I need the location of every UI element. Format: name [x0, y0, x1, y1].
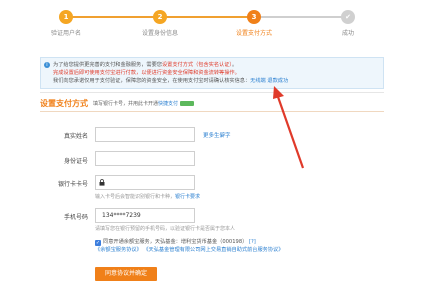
section-title: 设置支付方式	[40, 99, 88, 108]
notice-setup-link[interactable]: 设置支付方式（包含实名认证）	[162, 62, 232, 68]
phone-hint: 请填写您在银行预留的手机号码，以验证银行卡是否属于您本人	[95, 226, 236, 232]
notice-wireless-link[interactable]: 无线端	[250, 78, 266, 84]
step-1-label: 验证用户名	[50, 30, 82, 37]
step-3-dot: 3	[247, 10, 261, 24]
notice-line-3: 我们向您承诺仅用于支付验证，保障您的资金安全，在使用支付宝时请确认核实信息：无线…	[53, 77, 379, 85]
phone-input[interactable]: 134****7239	[95, 208, 195, 223]
id-number-input[interactable]	[95, 151, 195, 166]
agreement-line-1: ✓ 同意开通余额宝服务，天弘基金：增利宝货币基金（000198） [?]	[95, 238, 283, 246]
step-connector	[66, 16, 160, 18]
annotation-arrow-icon	[273, 86, 305, 169]
rare-characters-link[interactable]: 更多生僻字	[203, 131, 231, 139]
step-1-dot: 1	[59, 10, 73, 24]
phone-label: 手机号码	[63, 214, 88, 221]
section-subtitle: 填写银行卡号，并用此卡开通快捷支付	[93, 100, 195, 107]
tianhong-agreement-link[interactable]: 《天弘基金管理有限公司网上交易直销自助式前台服务协议》	[143, 247, 283, 253]
bank-card-label: 银行卡卡号	[57, 181, 88, 188]
card-requirements-link[interactable]: 银行卡要求	[175, 194, 200, 200]
section-divider	[40, 111, 384, 112]
step-4-check-icon: ✔	[341, 10, 355, 24]
step-4-label: 成功	[341, 30, 355, 37]
notice-box: i 为了给您提供更完善的支付和金融服务，需要您设置支付方式（包含实名认证）。 完…	[40, 57, 384, 89]
progress-steps: 1 2 3 ✔ 验证用户名 设置身份信息 设置支付方式 成功	[0, 0, 426, 40]
step-2-dot: 2	[153, 10, 167, 24]
step-3-label: 设置支付方式	[235, 30, 273, 37]
quick-pay-link[interactable]: 快捷支付	[158, 101, 178, 107]
divider	[40, 92, 384, 93]
notice-text: 。	[231, 62, 238, 68]
help-link[interactable]: [?]	[249, 239, 256, 245]
bank-card-hint: 输入卡号后会智能识别银行和卡种，银行卡要求	[95, 193, 200, 200]
step-2-label: 设置身份信息	[141, 30, 179, 37]
id-number-label: 身份证号	[63, 158, 88, 165]
name-label: 真实姓名	[63, 133, 88, 140]
notice-text: 我们向您承诺仅用于支付验证，保障您的资金安全，在使用支付宝时请确认核实信息：	[53, 78, 251, 84]
agreement-text: 同意开通余额宝服务，天弘基金：增利宝货币基金（000198）	[103, 239, 248, 245]
agreement-line-2: 《余额宝服务协议》 《天弘基金管理有限公司网上交易直销自助式前台服务协议》	[95, 246, 283, 254]
agree-and-confirm-button[interactable]: 同意协议并确定	[95, 267, 157, 281]
step-connector	[160, 16, 254, 18]
section-subtitle-text: 填写银行卡号，并用此卡开通	[93, 101, 159, 107]
lock-icon	[99, 179, 105, 186]
step-connector	[254, 16, 348, 18]
name-input[interactable]	[95, 127, 195, 142]
quick-pay-badge-icon	[180, 101, 195, 106]
bank-card-input[interactable]	[95, 175, 195, 190]
notice-line-1: 为了给您提供更完善的支付和金融服务，需要您设置支付方式（包含实名认证）。	[53, 61, 379, 69]
yuebao-agreement-link[interactable]: 《余额宝服务协议》	[95, 247, 142, 253]
notice-line-2: 完成设置后即可使用支付宝进行付款，以便进行资金安全保障和资金流转等操作。	[53, 70, 240, 76]
agreement: ✓ 同意开通余额宝服务，天弘基金：增利宝货币基金（000198） [?] 《余额宝…	[95, 238, 283, 254]
info-icon: i	[44, 62, 50, 68]
bank-card-hint-text: 输入卡号后会智能识别银行和卡种，	[95, 194, 176, 200]
notice-text: 为了给您提供更完善的支付和金融服务，需要您	[53, 62, 162, 68]
